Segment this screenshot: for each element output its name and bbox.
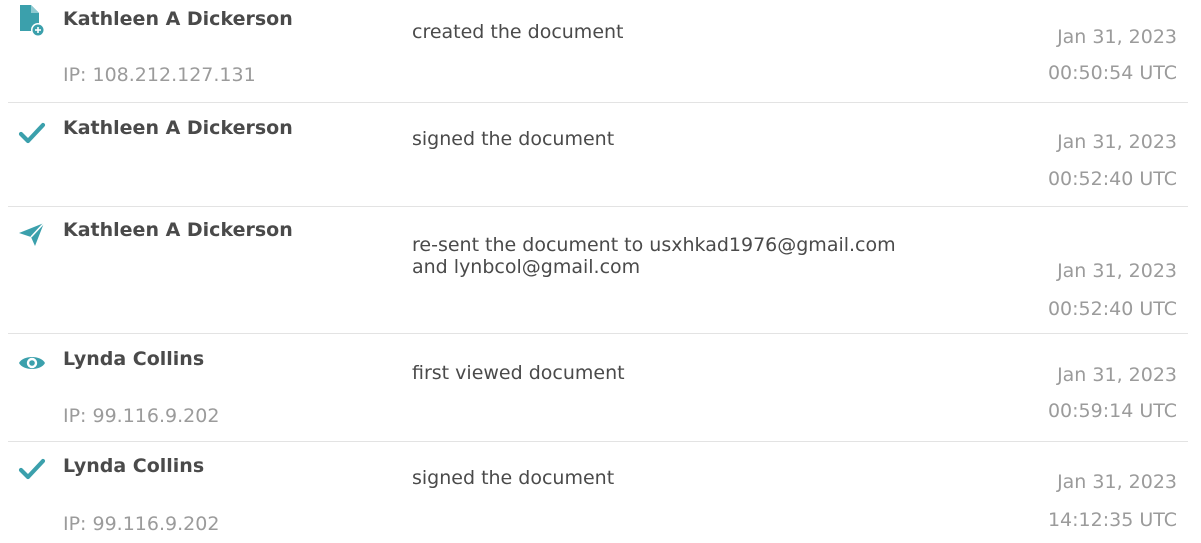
event-date: Jan 31, 2023: [1057, 471, 1177, 493]
ip-address: IP: 99.116.9.202: [63, 513, 220, 535]
event-time: 00:59:14 UTC: [1047, 400, 1177, 422]
eye-icon: [16, 346, 48, 378]
event-action-text: re-sent the document to usxhkad1976@gmai…: [412, 234, 896, 256]
event-time: 14:12:35 UTC: [1047, 509, 1177, 531]
event-action-text: created the document: [412, 21, 624, 43]
audit-event-row: Kathleen A Dickerson re-sent the documen…: [0, 207, 1201, 333]
event-action-text: signed the document: [412, 467, 615, 489]
event-time: 00:52:40 UTC: [1047, 168, 1177, 190]
event-action: signed the document: [412, 128, 1012, 150]
event-action: re-sent the document to usxhkad1976@gmai…: [412, 234, 1012, 278]
signer-name: Lynda Collins: [63, 348, 205, 370]
signer-name: Kathleen A Dickerson: [63, 117, 293, 139]
event-action-text: and lynbcol@gmail.com: [412, 256, 641, 278]
paper-plane-icon: [16, 218, 48, 250]
event-date: Jan 31, 2023: [1057, 131, 1177, 153]
event-action: first viewed document: [412, 362, 1012, 384]
event-date: Jan 31, 2023: [1057, 260, 1177, 282]
signer-name: Kathleen A Dickerson: [63, 219, 293, 241]
ip-address: IP: 108.212.127.131: [63, 64, 256, 86]
event-action-text: first viewed document: [412, 362, 625, 384]
event-action: created the document: [412, 21, 1012, 43]
event-action-text: signed the document: [412, 128, 615, 150]
checkmark-icon: [16, 118, 48, 150]
audit-event-row: Lynda Collins IP: 99.116.9.202 first vie…: [0, 334, 1201, 441]
signer-name: Kathleen A Dickerson: [63, 8, 293, 30]
event-date: Jan 31, 2023: [1057, 364, 1177, 386]
document-add-icon: [16, 5, 48, 37]
audit-event-row: Lynda Collins IP: 99.116.9.202 signed th…: [0, 442, 1201, 543]
signer-name: Lynda Collins: [63, 455, 205, 477]
ip-address: IP: 99.116.9.202: [63, 405, 220, 427]
event-date: Jan 31, 2023: [1057, 26, 1177, 48]
audit-trail-log: Kathleen A Dickerson IP: 108.212.127.131…: [0, 0, 1201, 543]
event-time: 00:52:40 UTC: [1047, 298, 1177, 320]
event-time: 00:50:54 UTC: [1047, 62, 1177, 84]
audit-event-row: Kathleen A Dickerson signed the document…: [0, 103, 1201, 206]
checkmark-icon: [16, 454, 48, 486]
event-action: signed the document: [412, 467, 1012, 489]
audit-event-row: Kathleen A Dickerson IP: 108.212.127.131…: [0, 0, 1201, 103]
